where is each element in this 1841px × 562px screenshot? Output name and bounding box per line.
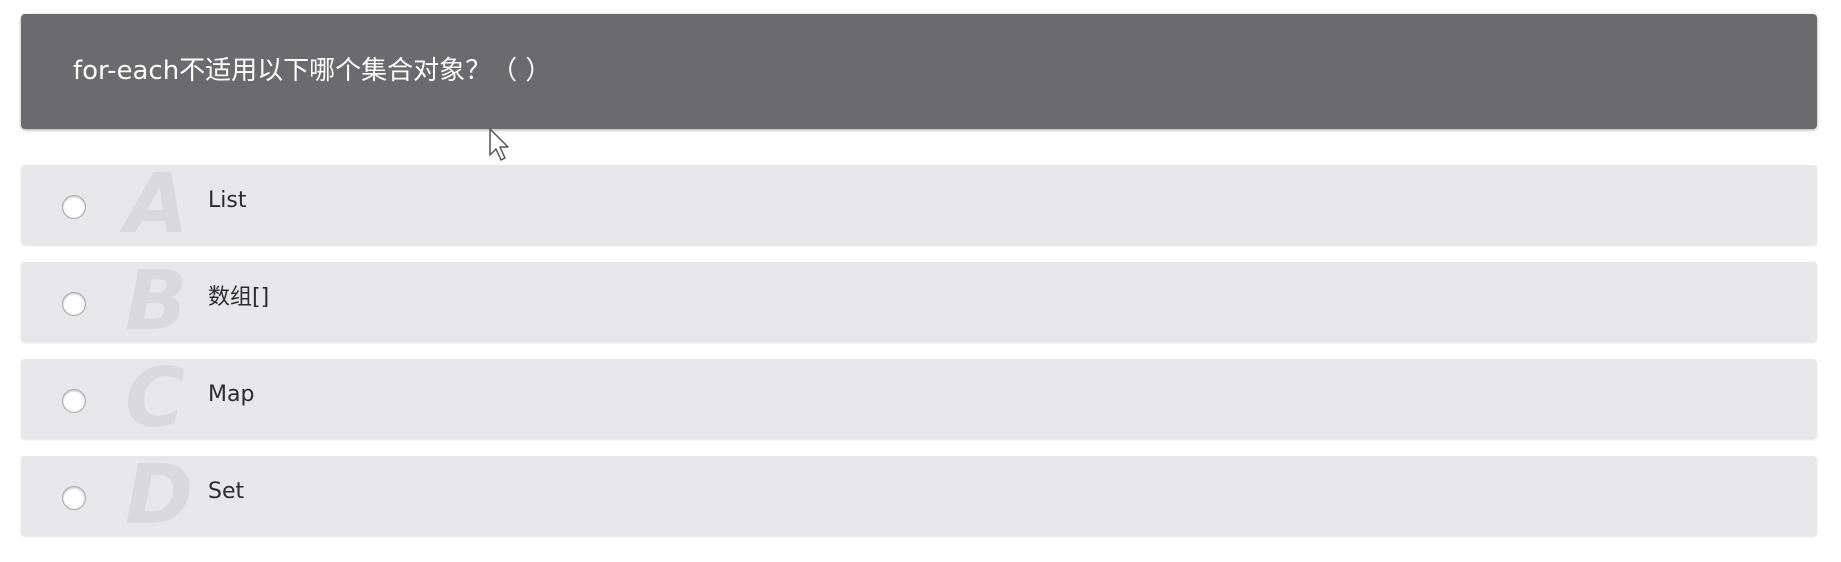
option-d[interactable]: D Set <box>21 452 1817 540</box>
question-text: for-each不适用以下哪个集合对象？（ ） <box>73 56 552 86</box>
option-a-label: List <box>208 188 247 213</box>
option-c-letter: C <box>125 351 186 446</box>
option-d-radio[interactable] <box>62 486 86 510</box>
option-b-radio[interactable] <box>62 292 86 316</box>
options-list: A List B 数组[] C Map D Set <box>21 161 1817 553</box>
option-a-radio[interactable] <box>62 195 86 219</box>
option-a[interactable]: A List <box>21 161 1817 249</box>
option-a-letter: A <box>125 157 189 252</box>
option-b[interactable]: B 数组[] <box>21 258 1817 346</box>
option-c-radio[interactable] <box>62 389 86 413</box>
option-d-label: Set <box>208 479 245 504</box>
mouse-pointer-icon <box>489 128 509 161</box>
option-b-label: 数组[] <box>208 285 270 310</box>
option-b-letter: B <box>125 254 188 349</box>
option-c-label: Map <box>208 382 255 407</box>
option-c[interactable]: C Map <box>21 355 1817 443</box>
question-header: for-each不适用以下哪个集合对象？（ ） <box>21 14 1817 129</box>
option-d-letter: D <box>125 448 194 543</box>
